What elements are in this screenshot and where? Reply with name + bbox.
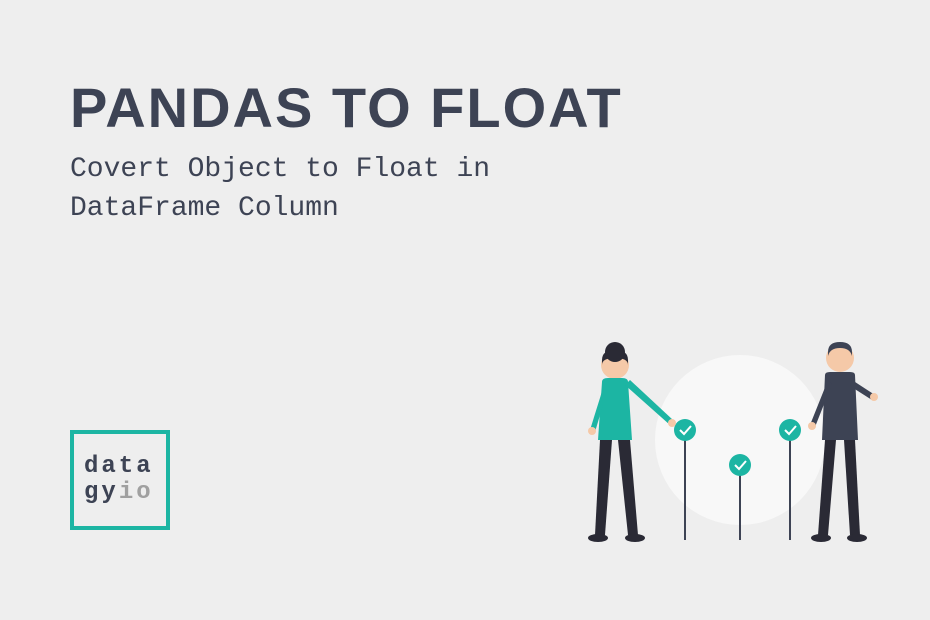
datagy-logo: data gyio	[70, 430, 170, 530]
page-title: PANDAS TO FLOAT	[70, 75, 623, 140]
logo-text-line-2: gyio	[84, 480, 154, 506]
logo-text-line-1: data	[84, 454, 154, 480]
page-subtitle: Covert Object to Float in DataFrame Colu…	[70, 150, 490, 228]
people-illustration	[540, 310, 880, 580]
logo-gy-text: gy	[84, 479, 119, 506]
subtitle-line-2: DataFrame Column	[70, 193, 339, 224]
logo-io-text: io	[119, 479, 154, 506]
subtitle-line-1: Covert Object to Float in	[70, 154, 490, 185]
